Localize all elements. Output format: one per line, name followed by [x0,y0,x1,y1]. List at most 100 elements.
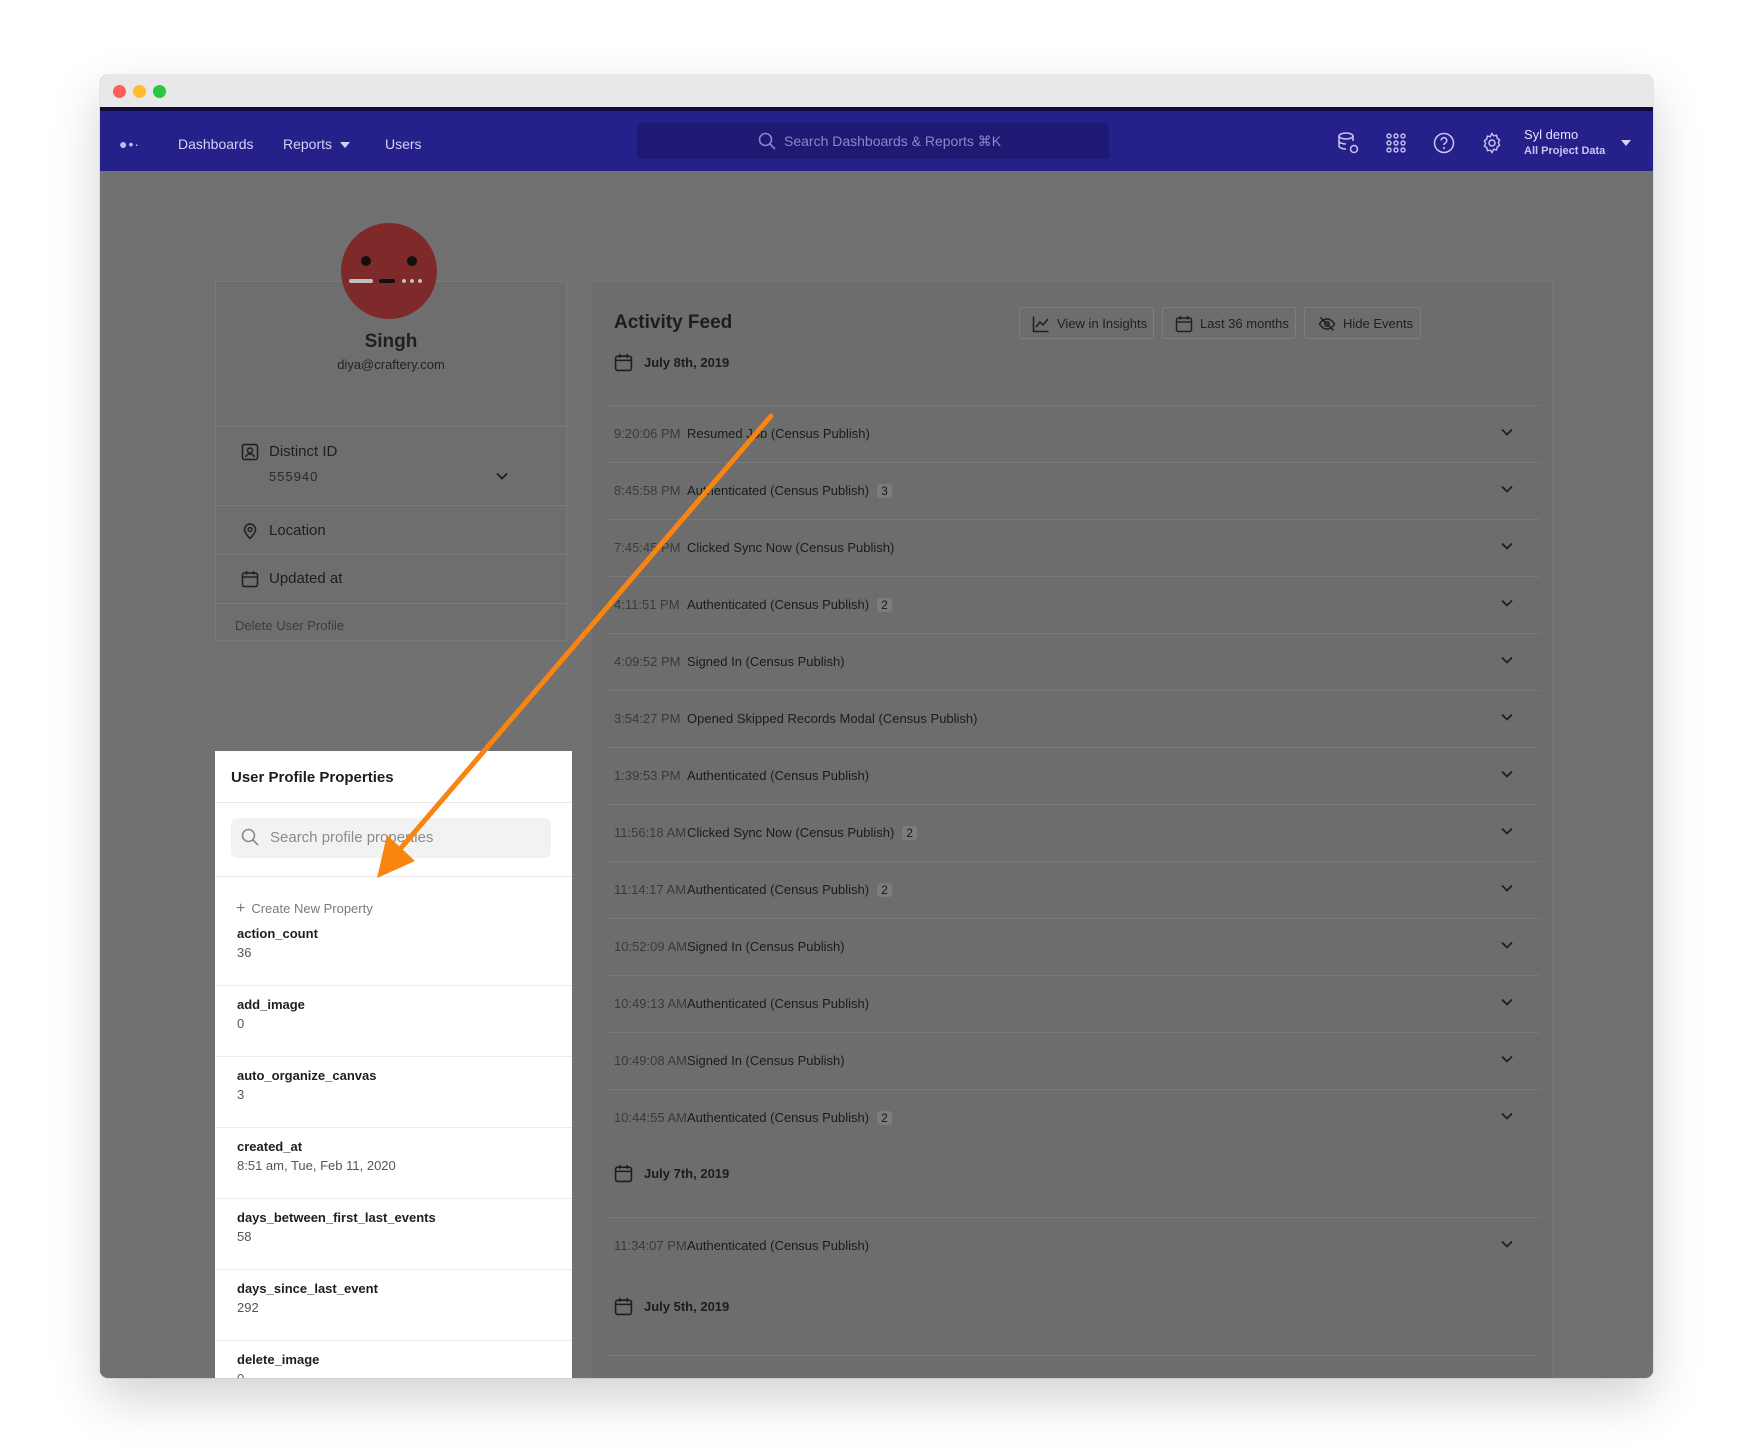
delete-profile-link[interactable]: Delete User Profile [235,618,344,633]
maximize-window-button[interactable] [153,85,166,98]
event-name: Signed In (Census Publish) [687,939,845,954]
caret-down-icon [340,142,351,149]
event-name: Authenticated (Census Publish) [687,1238,870,1253]
event-time: 11:14:17 AM [614,882,687,897]
event-row[interactable]: 10:44:55 AM Authenticated (Census Publish… [605,1089,1540,1146]
chevron-down-icon[interactable] [1500,482,1514,496]
help-icon[interactable] [1432,131,1456,155]
database-icon[interactable] [1336,131,1360,155]
chevron-down-icon[interactable] [1500,710,1514,724]
event-name-wrap: Authenticated (Census Publish) 2 [687,1110,892,1125]
close-window-button[interactable] [113,85,126,98]
search-placeholder: Search Dashboards & Reports ⌘K [784,133,1002,149]
properties-search-placeholder: Search profile properties [270,829,434,846]
event-name-wrap: Signed In (Census Publish) [687,654,845,669]
event-name: Signed In (Census Publish) [687,654,845,669]
property-value: 0 [237,1016,245,1031]
event-row[interactable]: 11:14:17 AM Authenticated (Census Publish… [605,861,1540,918]
calendar-icon [1175,316,1193,333]
event-row[interactable]: 3:54:27 PM Opened Skipped Records Modal (… [605,690,1540,747]
properties-search-input[interactable]: Search profile properties [231,818,551,858]
property-value: 58 [237,1229,252,1244]
divider [215,876,572,877]
chevron-down-icon[interactable] [1500,1052,1514,1066]
chevron-down-icon[interactable] [1500,767,1514,781]
event-name-wrap: Signed In (Census Publish) [687,1053,845,1068]
minimize-window-button[interactable] [133,85,146,98]
distinct-id-row[interactable]: Distinct ID 555940 [215,426,567,505]
event-row[interactable]: 10:49:13 AM Authenticated (Census Publish… [605,975,1540,1032]
event-row[interactable]: 1:39:53 PM Authenticated (Census Publish) [605,747,1540,804]
account-project[interactable]: All Project Data [1524,145,1605,157]
property-item[interactable]: created_at 8:51 am, Tue, Feb 11, 2020 [215,1127,572,1199]
property-value: 292 [237,1300,259,1315]
event-count-badge: 2 [902,826,918,840]
account-caret-icon[interactable] [1621,140,1631,146]
event-time: 11:34:07 PM [614,1238,687,1253]
chevron-down-icon[interactable] [1500,425,1514,439]
nav-dashboards[interactable]: Dashboards [178,136,254,152]
event-row [605,1355,1540,1378]
view-in-insights-label: View in Insights [1057,316,1148,331]
event-row[interactable]: 7:45:45 PM Clicked Sync Now (Census Publi… [605,519,1540,576]
nav-users[interactable]: Users [385,136,422,152]
nav-reports[interactable]: Reports [283,136,351,152]
top-navigation: ●•· Dashboards Reports Users Search Dash… [100,107,1653,171]
property-item[interactable]: action_count 36 [215,914,572,986]
line-chart-icon [1032,316,1049,333]
hide-events-button[interactable]: Hide Events [1304,307,1421,339]
event-row[interactable]: 11:34:07 PM Authenticated (Census Publish… [605,1217,1540,1274]
settings-icon[interactable] [1480,131,1504,155]
date-range-button[interactable]: Last 36 months [1162,307,1296,339]
property-name: add_image [237,997,305,1012]
property-item[interactable]: delete_image 0 [215,1340,572,1378]
account-name[interactable]: Syl demo [1524,127,1578,142]
property-item[interactable]: days_between_first_last_events 58 [215,1198,572,1270]
event-row[interactable]: 4:11:51 PM Authenticated (Census Publish)… [605,576,1540,633]
property-name: days_since_last_event [237,1281,378,1296]
date-header-label: July 5th, 2019 [644,1299,730,1314]
calendar-icon [614,1298,633,1316]
chevron-down-icon[interactable] [1500,938,1514,952]
event-row[interactable]: 4:09:52 PM Signed In (Census Publish) [605,633,1540,690]
property-value: 3 [237,1087,245,1102]
chevron-down-icon[interactable] [1500,995,1514,1009]
chevron-down-icon[interactable] [1500,596,1514,610]
event-name: Opened Skipped Records Modal (Census Pub… [687,711,978,726]
event-row[interactable]: 10:49:08 AM Signed In (Census Publish) [605,1032,1540,1089]
event-name: Authenticated (Census Publish) [687,768,870,783]
calendar-icon [614,354,633,372]
eye-off-icon [1318,316,1336,332]
chevron-down-icon[interactable] [1500,1237,1514,1251]
chevron-down-icon[interactable] [1500,1109,1514,1123]
event-name: Authenticated (Census Publish) [687,483,870,498]
event-time: 11:56:18 AM [614,825,687,840]
view-in-insights-button[interactable]: View in Insights [1019,307,1154,339]
apps-grid-icon[interactable] [1384,131,1408,155]
global-search[interactable]: Search Dashboards & Reports ⌘K [637,123,1109,159]
date-header: July 7th, 2019 [614,1164,814,1184]
chevron-down-icon[interactable] [1500,653,1514,667]
event-row[interactable]: 10:52:09 AM Signed In (Census Publish) [605,918,1540,975]
property-item[interactable]: add_image 0 [215,985,572,1057]
search-icon [758,132,776,150]
event-name-wrap: Authenticated (Census Publish) 2 [687,882,892,897]
chevron-down-icon[interactable] [1500,824,1514,838]
event-row[interactable]: 11:56:18 AM Clicked Sync Now (Census Publ… [605,804,1540,861]
user-profile-properties-panel: User Profile Properties Search profile p… [215,751,572,1378]
title-bar [100,75,1653,107]
event-name-wrap: Signed In (Census Publish) [687,939,845,954]
chevron-down-icon[interactable] [495,469,509,483]
event-row[interactable]: 9:20:06 PM Resumed Job (Census Publish) [605,405,1540,462]
chevron-down-icon[interactable] [1500,539,1514,553]
property-name: delete_image [237,1352,320,1367]
event-time: 8:45:58 PM [614,483,681,498]
event-row[interactable]: 8:45:58 PM Authenticated (Census Publish)… [605,462,1540,519]
event-name-wrap: Authenticated (Census Publish) 3 [687,483,892,498]
event-name: Clicked Sync Now (Census Publish) [687,540,895,555]
property-item[interactable]: days_since_last_event 292 [215,1269,572,1341]
app-logo[interactable]: ●•· [119,136,140,152]
property-name: created_at [237,1139,303,1154]
chevron-down-icon[interactable] [1500,881,1514,895]
property-item[interactable]: auto_organize_canvas 3 [215,1056,572,1128]
